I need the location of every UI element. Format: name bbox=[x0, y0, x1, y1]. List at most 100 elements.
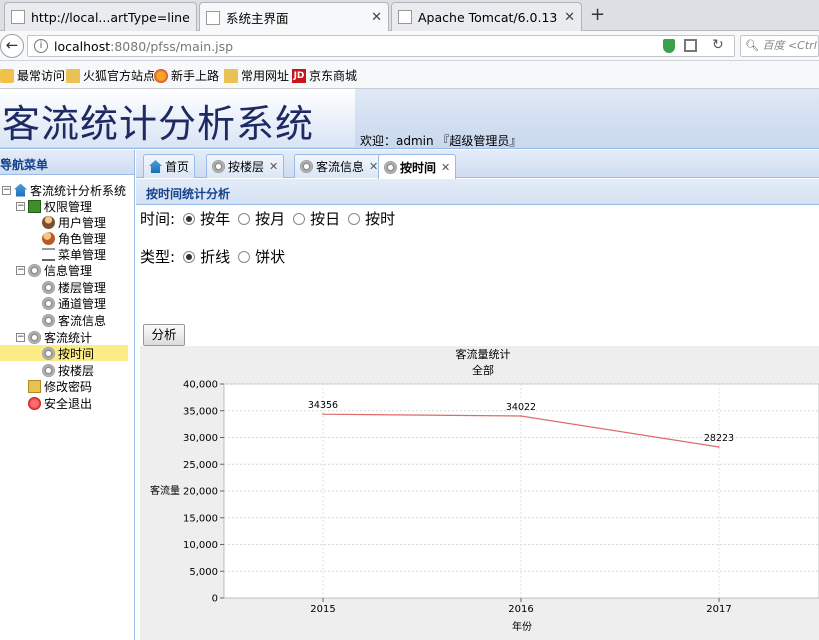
tree-item-users[interactable]: 用户管理 bbox=[42, 214, 106, 230]
gear-icon bbox=[42, 346, 55, 360]
search-placeholder: 百度 <Ctrl+K> bbox=[762, 39, 818, 52]
close-icon[interactable]: ✕ bbox=[369, 160, 378, 173]
analyze-button[interactable]: 分析 bbox=[143, 324, 185, 346]
jd-icon: JD bbox=[292, 68, 306, 83]
gear-icon bbox=[384, 160, 397, 174]
gear-icon bbox=[42, 313, 55, 327]
radio-month[interactable] bbox=[238, 212, 251, 225]
tree-group-statistics[interactable]: − 客流统计 bbox=[16, 329, 92, 345]
tab-label: 首页 bbox=[165, 160, 190, 174]
radio-hour[interactable] bbox=[348, 212, 361, 225]
bookmark-common-sites[interactable]: 常用网址 bbox=[224, 67, 289, 84]
radio-label[interactable]: 按时 bbox=[365, 208, 395, 229]
x-tick-label: 2017 bbox=[706, 604, 731, 615]
y-tick-label: 40,000 bbox=[183, 380, 218, 391]
tree-item-logout[interactable]: 安全退出 bbox=[28, 395, 92, 411]
tree-group-info[interactable]: − 信息管理 bbox=[16, 262, 92, 278]
url-bar[interactable]: i localhost :8080/pfss/main.jsp bbox=[27, 35, 735, 57]
collapse-toggle-icon[interactable]: − bbox=[16, 265, 25, 275]
close-icon[interactable]: ✕ bbox=[269, 160, 278, 173]
tree-item-floors[interactable]: 楼层管理 bbox=[42, 279, 106, 295]
gear-icon bbox=[42, 280, 55, 294]
radio-pie[interactable] bbox=[238, 250, 251, 263]
tree-label: 通道管理 bbox=[58, 296, 107, 311]
y-tick-label: 15,000 bbox=[183, 513, 218, 524]
key-icon bbox=[28, 379, 41, 393]
tree-item-by-time[interactable]: 按时间 bbox=[0, 345, 128, 361]
bookmarks-bar: 最常访问 火狐官方站点 新手上路 常用网址 JD 京东商城 bbox=[0, 61, 819, 89]
collapse-toggle-icon[interactable]: − bbox=[16, 201, 25, 211]
gear-icon bbox=[212, 160, 225, 173]
reload-icon[interactable]: ↻ bbox=[712, 37, 724, 53]
tree-item-roles[interactable]: 角色管理 bbox=[42, 230, 106, 246]
tree-label: 修改密码 bbox=[44, 379, 93, 394]
navigation-menu: 导航菜单 « − 客流统计分析系统 − 权限管理 用户管理 角色管理 菜单管理 … bbox=[0, 150, 135, 640]
qr-code-icon[interactable] bbox=[684, 39, 697, 52]
radio-label[interactable]: 按月 bbox=[255, 208, 285, 229]
firefox-icon bbox=[154, 68, 168, 83]
browser-tab-2[interactable]: 系统主界面 ✕ bbox=[199, 2, 389, 32]
tree-item-traffic-info[interactable]: 客流信息 bbox=[42, 312, 106, 328]
tree-item-change-password[interactable]: 修改密码 bbox=[28, 378, 92, 394]
search-input[interactable]: 🔍︎ 百度 <Ctrl+K> bbox=[740, 35, 819, 57]
time-radio-group: 时间: 按年 按月 按日 按时 bbox=[140, 208, 395, 229]
tab-by-time[interactable]: 按时间 ✕ bbox=[378, 154, 457, 179]
bookmark-label: 新手上路 bbox=[171, 69, 220, 83]
collapse-toggle-icon[interactable]: − bbox=[2, 185, 11, 195]
gear-icon bbox=[28, 263, 41, 277]
chart-area: 客流量统计 全部 客流量 年份 0 5,000 10,000 15,000 20,000… bbox=[140, 346, 819, 640]
bookmark-jd[interactable]: JD 京东商城 bbox=[292, 67, 357, 84]
browser-tab-title: http://local...artType=line bbox=[31, 9, 190, 25]
bookmark-getting-started[interactable]: 新手上路 bbox=[154, 67, 219, 84]
radio-label[interactable]: 饼状 bbox=[255, 246, 285, 267]
close-icon[interactable]: ✕ bbox=[564, 10, 575, 25]
tree-label: 按时间 bbox=[58, 346, 95, 361]
bookmark-label: 最常访问 bbox=[17, 69, 66, 83]
radio-label[interactable]: 按日 bbox=[310, 208, 340, 229]
radio-day[interactable] bbox=[293, 212, 306, 225]
tree-item-by-floor[interactable]: 按楼层 bbox=[42, 362, 94, 378]
bookmark-firefox[interactable]: 火狐官方站点 bbox=[66, 67, 155, 84]
tab-by-floor[interactable]: 按楼层 ✕ bbox=[206, 154, 285, 178]
arrow-left-icon: ← bbox=[5, 36, 19, 54]
menu-icon bbox=[42, 247, 55, 261]
type-radio-group: 类型: 折线 饼状 bbox=[140, 246, 285, 267]
y-tick-label: 30,000 bbox=[183, 433, 218, 444]
tab-home[interactable]: 首页 bbox=[143, 154, 196, 178]
browser-tab-3[interactable]: Apache Tomcat/6.0.13 - ... ✕ bbox=[391, 2, 582, 31]
close-icon[interactable]: ✕ bbox=[441, 161, 450, 174]
radio-line[interactable] bbox=[183, 250, 196, 263]
page-icon bbox=[398, 10, 412, 24]
panel-header: 按时间统计分析 bbox=[136, 179, 819, 205]
tree-label: 权限管理 bbox=[44, 199, 93, 214]
data-point bbox=[322, 413, 324, 415]
radio-label[interactable]: 按年 bbox=[200, 208, 230, 229]
gear-icon bbox=[300, 160, 313, 173]
browser-tab-1[interactable]: http://local...artType=line bbox=[4, 2, 197, 31]
browser-nav-bar: ← i localhost :8080/pfss/main.jsp ↻ 🔍︎ 百… bbox=[0, 31, 819, 61]
bookmark-most-visited[interactable]: 最常访问 bbox=[0, 67, 65, 84]
collapse-toggle-icon[interactable]: − bbox=[16, 332, 25, 342]
radio-label[interactable]: 折线 bbox=[200, 246, 230, 267]
collapse-icon[interactable]: « bbox=[0, 153, 126, 169]
tree-item-menus[interactable]: 菜单管理 bbox=[42, 246, 106, 262]
radio-year[interactable] bbox=[183, 212, 196, 225]
tab-label: 按楼层 bbox=[228, 160, 265, 174]
book-icon bbox=[28, 199, 41, 213]
tab-traffic-info[interactable]: 客流信息 ✕ bbox=[294, 154, 385, 178]
close-icon[interactable]: ✕ bbox=[371, 10, 382, 25]
tree-root[interactable]: − 客流统计分析系统 bbox=[2, 182, 126, 198]
data-label: 34356 bbox=[308, 400, 338, 411]
new-tab-button[interactable]: + bbox=[590, 4, 605, 25]
panel-title: 按时间统计分析 bbox=[146, 187, 231, 201]
line-chart: 客流量统计 全部 客流量 年份 0 5,000 10,000 15,000 20,000… bbox=[150, 347, 819, 633]
shield-icon[interactable] bbox=[663, 39, 675, 53]
info-icon[interactable]: i bbox=[34, 39, 48, 53]
url-path: :8080/pfss/main.jsp bbox=[110, 38, 234, 54]
gear-icon bbox=[0, 68, 14, 83]
back-button[interactable]: ← bbox=[0, 34, 24, 58]
page-icon bbox=[11, 10, 25, 24]
tree-group-permissions[interactable]: − 权限管理 bbox=[16, 198, 92, 214]
y-tick-label: 0 bbox=[212, 594, 218, 605]
tree-item-channels[interactable]: 通道管理 bbox=[42, 295, 106, 311]
